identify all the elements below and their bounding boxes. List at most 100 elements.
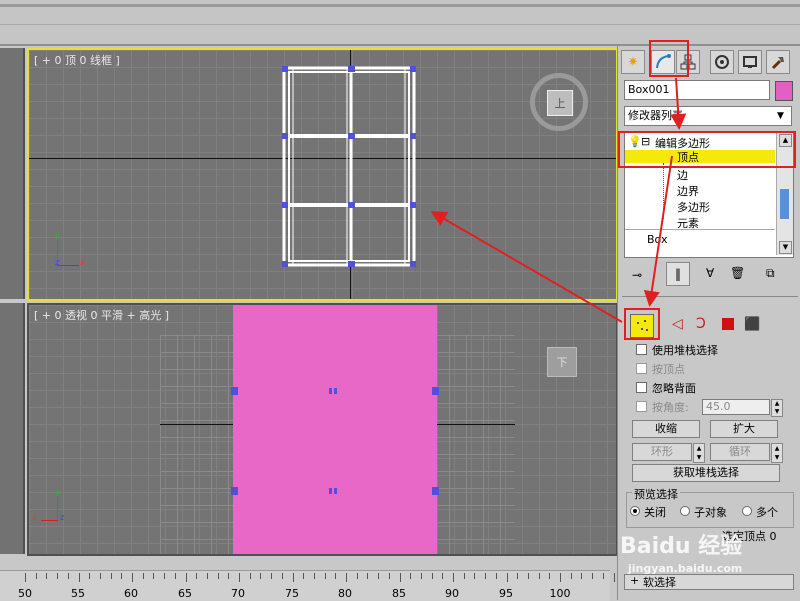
ruler-tick	[271, 573, 273, 579]
angle-spinner-icon[interactable]: ▲ ▼	[771, 399, 783, 417]
edge-mode-icon[interactable]: ◁	[672, 316, 683, 332]
wireframe-mesh[interactable]	[279, 62, 429, 274]
scroll-down-icon[interactable]: ▼	[779, 241, 792, 254]
configure-sets-icon[interactable]: ⧉	[766, 266, 775, 281]
make-unique-icon[interactable]: ∀	[706, 266, 714, 280]
ruler-tick	[453, 573, 454, 582]
polygon-mode-icon[interactable]	[722, 318, 734, 330]
preview-subobj-label: 子对象	[694, 506, 727, 519]
ruler-label: 65	[178, 587, 192, 600]
ruler-tick	[121, 573, 123, 579]
viewcube-face[interactable]: 上	[547, 90, 573, 116]
remove-modifier-icon[interactable]: 🗑	[730, 266, 745, 280]
panel-divider	[622, 296, 798, 297]
soft-selection-rollout[interactable]: 软选择	[624, 574, 794, 590]
utilities-tab-icon[interactable]	[766, 50, 790, 74]
ignore-backface-label: 忽略背面	[652, 382, 696, 395]
ruler-tick	[324, 573, 326, 579]
ruler-tick	[495, 573, 497, 579]
annotation-box-vertex	[624, 308, 660, 340]
object-color-swatch[interactable]	[775, 81, 793, 101]
get-stack-selection-button[interactable]: 获取堆栈选择	[632, 464, 780, 482]
stack-item-border[interactable]: 边界	[677, 183, 699, 199]
ruler-tick	[303, 573, 305, 579]
pin-stack-icon[interactable]: ⊸	[632, 268, 642, 282]
ruler-tick	[527, 573, 529, 579]
ruler-label: 70	[231, 587, 245, 600]
by-angle-checkbox[interactable]	[636, 401, 647, 412]
ruler-tick	[346, 573, 347, 582]
viewcube-face-bottom[interactable]: 下	[547, 347, 577, 377]
ruler-tick	[549, 573, 551, 579]
ruler-tick	[78, 573, 80, 582]
viewport-top-label[interactable]: [ + 0 顶 0 线框 ]	[34, 52, 120, 68]
ruler-tick	[356, 573, 358, 579]
left-viewport-top[interactable]	[0, 48, 25, 299]
ring-spinner-icon[interactable]: ▲ ▼	[693, 443, 705, 463]
ruler-tick	[581, 573, 583, 579]
ruler-tick	[538, 573, 540, 579]
ruler-tick	[517, 573, 519, 579]
ruler-tick	[388, 573, 390, 579]
ruler-label: 60	[124, 587, 138, 600]
ruler-tick	[249, 573, 251, 579]
object-name-field[interactable]: Box001	[624, 80, 770, 100]
ruler-tick	[132, 573, 133, 582]
element-mode-icon[interactable]: ⬛	[744, 317, 760, 332]
ruler-tick	[431, 573, 433, 579]
chevron-down-icon[interactable]: ▼	[777, 111, 784, 121]
create-tab-icon[interactable]: ✷	[621, 50, 645, 74]
ruler-tick	[570, 573, 572, 579]
ruler-label: 50	[18, 587, 32, 600]
ignore-backface-checkbox[interactable]	[636, 382, 647, 393]
use-stack-checkbox[interactable]	[636, 344, 647, 355]
ruler-tick	[46, 573, 48, 579]
use-stack-label: 使用堆栈选择	[652, 344, 718, 357]
tripod-y-persp	[57, 495, 58, 521]
loop-spinner-icon[interactable]: ▲ ▼	[771, 443, 783, 463]
motion-tab-icon[interactable]	[710, 50, 734, 74]
shrink-button[interactable]: 收缩	[632, 420, 700, 438]
tripod-z-label-persp: z	[60, 513, 65, 522]
show-end-result-icon[interactable]: ‖	[666, 262, 690, 286]
ruler-label: 100	[549, 587, 571, 600]
ruler-tick	[506, 573, 508, 582]
tripod-x-persp	[41, 520, 58, 521]
command-panel: ✷ Box001 修改器列表 ▼ 💡 ⊟ 编辑多边形 顶点 边 边界 多边形 元…	[617, 40, 800, 600]
tree-line	[663, 163, 665, 219]
angle-input[interactable]: 45.0	[702, 399, 770, 415]
ruler-tick	[463, 573, 465, 579]
by-vertex-checkbox[interactable]	[636, 363, 647, 374]
ruler-tick	[560, 573, 561, 582]
ruler-tick	[485, 573, 487, 579]
tripod-y-label-persp: y	[55, 488, 60, 497]
ruler-tick	[153, 573, 155, 579]
grow-button[interactable]: 扩大	[710, 420, 778, 438]
display-tab-icon[interactable]	[738, 50, 762, 74]
preview-off-radio[interactable]	[630, 506, 640, 516]
ruler-tick	[35, 573, 37, 579]
ruler-label: 75	[285, 587, 299, 600]
expand-icon[interactable]: +	[630, 574, 639, 587]
scroll-thumb[interactable]	[780, 189, 789, 219]
ruler-tick	[592, 573, 594, 579]
ruler-tick	[292, 573, 294, 582]
viewport-perspective[interactable]: [ + 0 透视 0 平滑 + 高光 ] 下 y z x	[27, 303, 618, 556]
ruler-tick	[196, 573, 198, 579]
persp-vertices	[231, 387, 439, 495]
modifier-list-dropdown[interactable]: 修改器列表	[624, 106, 792, 126]
viewport-top[interactable]: [ + 0 顶 0 线框 ] 上 y z x	[27, 48, 618, 301]
loop-button[interactable]: 循环	[710, 443, 770, 461]
border-mode-icon[interactable]: Ɔ	[696, 316, 706, 332]
stack-divider	[625, 229, 775, 230]
stack-base-object[interactable]: Box	[647, 233, 667, 246]
left-viewport-bottom[interactable]	[0, 303, 25, 554]
timeline-ruler[interactable]: 50 55 60 65 70 75 80 85 90 95 100	[0, 570, 636, 601]
preview-subobj-radio[interactable]	[680, 506, 690, 516]
ring-button[interactable]: 环形	[632, 443, 692, 461]
preview-multi-radio[interactable]	[742, 506, 752, 516]
viewport-persp-label[interactable]: [ + 0 透视 0 平滑 + 高光 ]	[34, 307, 169, 323]
stack-item-polygon[interactable]: 多边形	[677, 199, 710, 215]
stack-item-edge[interactable]: 边	[677, 167, 688, 183]
ruler-tick	[420, 573, 422, 579]
